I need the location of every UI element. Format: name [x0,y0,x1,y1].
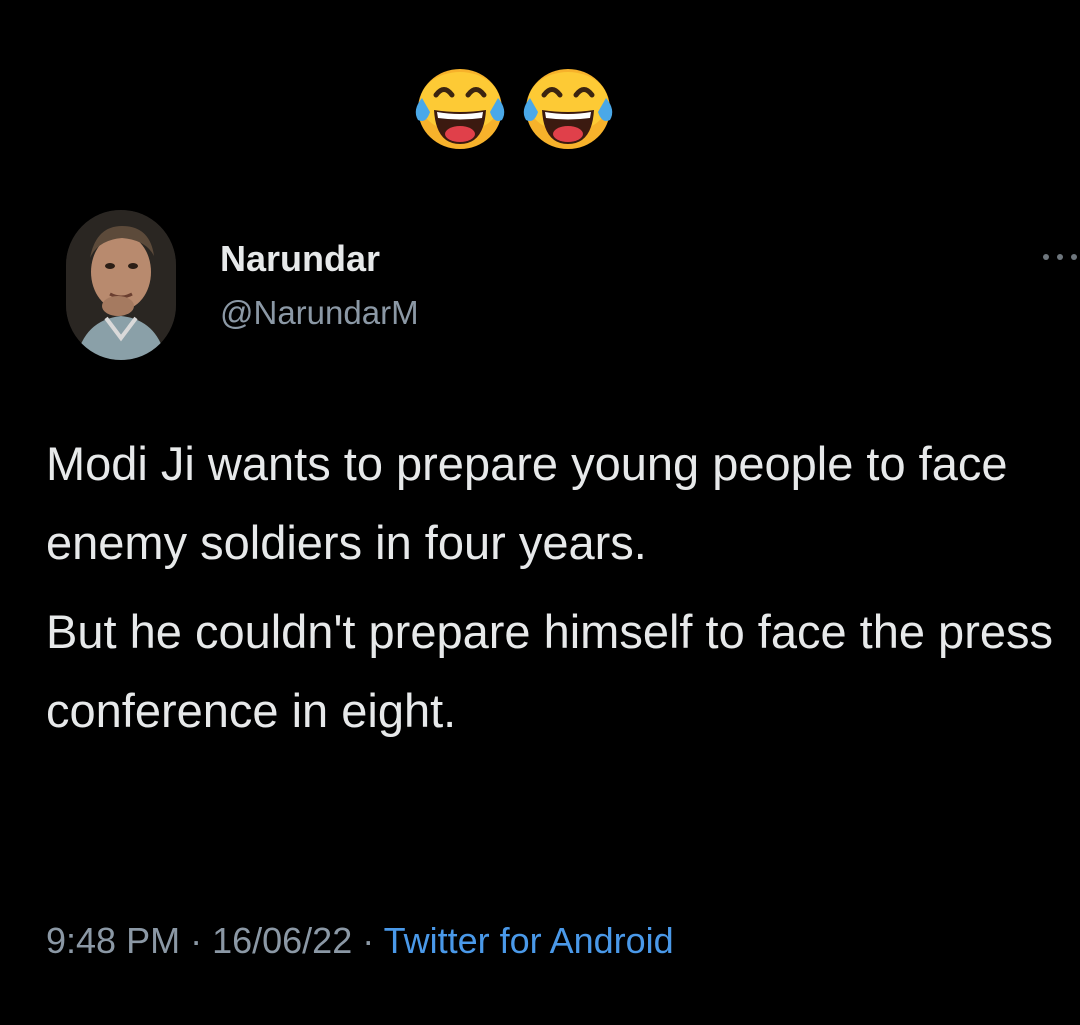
meta-separator: · [352,920,384,961]
avatar-portrait-image [66,210,176,360]
author-handle[interactable]: @NarundarM [220,294,419,332]
emoji-reaction-row [410,62,618,154]
tweet-metadata: 9:48 PM · 16/06/22 · Twitter for Android [46,920,674,962]
tweet-text: Modi Ji wants to prepare young people to… [46,424,1056,750]
tweet-source-link[interactable]: Twitter for Android [384,920,674,961]
tweet-paragraph: But he couldn't prepare himself to face … [46,605,1053,737]
avatar[interactable] [66,210,176,360]
tweet-time[interactable]: 9:48 PM [46,920,180,961]
tweet-header: Narundar @NarundarM [66,210,1077,360]
face-with-tears-of-joy-icon [415,69,505,149]
tweet-date[interactable]: 16/06/22 [212,920,352,961]
face-with-tears-of-joy-icon [523,69,613,149]
tweet-paragraph: Modi Ji wants to prepare young people to… [46,437,1008,569]
meta-separator: · [180,920,213,961]
more-horizontal-icon[interactable] [1040,250,1080,264]
author-display-name[interactable]: Narundar [220,238,380,280]
